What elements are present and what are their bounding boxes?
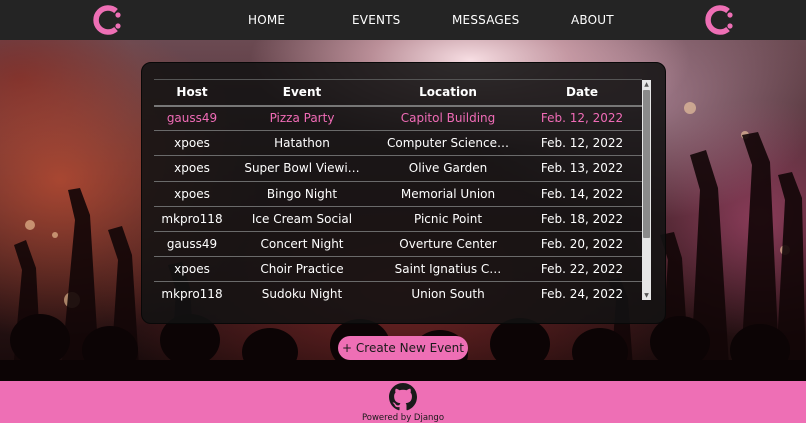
column-header-host[interactable]: Host bbox=[154, 79, 230, 107]
column-header-event[interactable]: Event bbox=[230, 79, 374, 107]
nav-link-home[interactable]: HOME bbox=[248, 0, 285, 40]
cell-host: mkpro118 bbox=[154, 206, 230, 232]
cell-host: mkpro118 bbox=[154, 281, 230, 302]
scroll-down-arrow-icon[interactable]: ▼ bbox=[642, 291, 651, 300]
cell-date: Feb. 12, 2022 bbox=[522, 105, 642, 132]
top-navbar: HOME EVENTS MESSAGES ABOUT bbox=[0, 0, 806, 40]
nav-link-messages[interactable]: MESSAGES bbox=[452, 0, 520, 40]
events-table-scroll-area[interactable]: Host Event Location Date gauss49 Pizza Pa… bbox=[154, 79, 652, 302]
cell-event: Ice Cream Social bbox=[230, 206, 374, 232]
table-row[interactable]: xpoes Hatathon Computer Science… Feb. 12, 2… bbox=[154, 130, 642, 157]
cell-date: Feb. 22, 2022 bbox=[522, 256, 642, 283]
cell-location: Picnic Point bbox=[374, 206, 522, 232]
cell-date: Feb. 14, 2022 bbox=[522, 181, 642, 207]
cell-host: gauss49 bbox=[154, 231, 230, 258]
cell-date: Feb. 24, 2022 bbox=[522, 281, 642, 302]
cell-date: Feb. 18, 2022 bbox=[522, 206, 642, 232]
cell-event: Super Bowl Viewi… bbox=[230, 155, 374, 182]
brand-logo-icon[interactable] bbox=[92, 4, 124, 36]
cell-event: Bingo Night bbox=[230, 181, 374, 207]
cell-location: Saint Ignatius C… bbox=[374, 256, 522, 283]
nav-link-events[interactable]: EVENTS bbox=[352, 0, 401, 40]
cell-location: Memorial Union bbox=[374, 181, 522, 207]
table-row[interactable]: mkpro118 Sudoku Night Union South Feb. 24, … bbox=[154, 281, 642, 302]
cell-date: Feb. 12, 2022 bbox=[522, 130, 642, 157]
github-icon[interactable] bbox=[389, 383, 417, 411]
nav-link-about[interactable]: ABOUT bbox=[571, 0, 614, 40]
cell-location: Union South bbox=[374, 281, 522, 302]
create-new-event-button[interactable]: + Create New Event bbox=[338, 336, 468, 360]
events-table-panel: Host Event Location Date gauss49 Pizza Pa… bbox=[141, 62, 666, 324]
table-row[interactable]: xpoes Choir Practice Saint Ignatius C… Feb.… bbox=[154, 256, 642, 283]
table-row[interactable]: xpoes Super Bowl Viewi… Olive Garden Feb. 1… bbox=[154, 155, 642, 182]
powered-by-text: Powered by Django bbox=[361, 413, 445, 423]
cell-host: xpoes bbox=[154, 256, 230, 283]
events-table: Host Event Location Date gauss49 Pizza Pa… bbox=[154, 79, 642, 302]
table-row[interactable]: xpoes Bingo Night Memorial Union Feb. 14, 2… bbox=[154, 181, 642, 207]
table-row[interactable]: mkpro118 Ice Cream Social Picnic Point Feb.… bbox=[154, 206, 642, 232]
cell-event: Pizza Party bbox=[230, 105, 374, 132]
cell-location: Capitol Building bbox=[374, 105, 522, 132]
cell-event: Choir Practice bbox=[230, 256, 374, 283]
table-header-row: Host Event Location Date bbox=[154, 79, 642, 107]
column-header-date[interactable]: Date bbox=[522, 79, 642, 107]
cell-date: Feb. 20, 2022 bbox=[522, 231, 642, 258]
cell-event: Sudoku Night bbox=[230, 281, 374, 302]
scroll-up-arrow-icon[interactable]: ▲ bbox=[642, 80, 651, 89]
column-header-location[interactable]: Location bbox=[374, 79, 522, 107]
table-row[interactable]: gauss49 Concert Night Overture Center Feb. … bbox=[154, 231, 642, 258]
footer: Powered by Django bbox=[0, 381, 806, 423]
cell-date: Feb. 13, 2022 bbox=[522, 155, 642, 182]
cell-location: Computer Science… bbox=[374, 130, 522, 157]
cell-location: Overture Center bbox=[374, 231, 522, 258]
cell-event: Concert Night bbox=[230, 231, 374, 258]
scrollbar-thumb[interactable] bbox=[643, 90, 650, 238]
cell-event: Hatathon bbox=[230, 130, 374, 157]
cell-host: xpoes bbox=[154, 181, 230, 207]
table-scrollbar[interactable]: ▲ ▼ bbox=[642, 80, 651, 300]
table-row[interactable]: gauss49 Pizza Party Capitol Building Feb. 1… bbox=[154, 105, 642, 132]
cell-host: gauss49 bbox=[154, 105, 230, 132]
cell-host: xpoes bbox=[154, 155, 230, 182]
cell-host: xpoes bbox=[154, 130, 230, 157]
brand-logo-icon[interactable] bbox=[704, 4, 736, 36]
cell-location: Olive Garden bbox=[374, 155, 522, 182]
